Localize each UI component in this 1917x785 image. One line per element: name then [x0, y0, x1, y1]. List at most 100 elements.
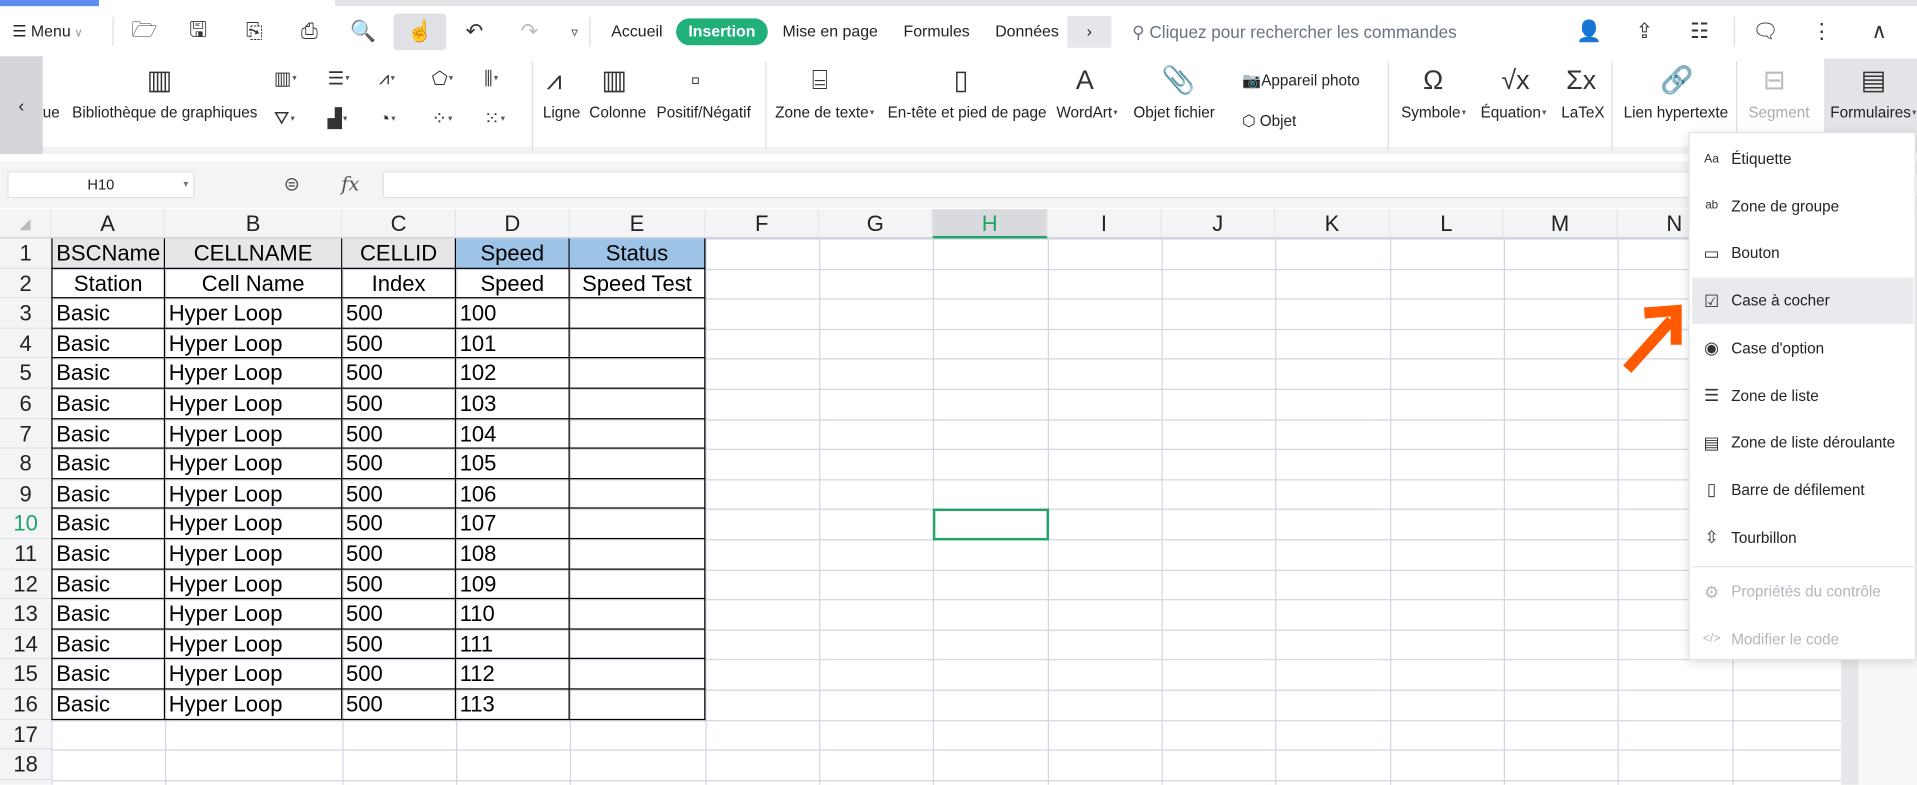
table-cell[interactable]: 500: [342, 298, 457, 329]
save-icon[interactable]: 🖫: [180, 15, 217, 49]
bar-chart-icon[interactable]: ☰▾: [328, 68, 350, 90]
header-cell[interactable]: BSCName: [51, 238, 166, 269]
row-header-5[interactable]: 5: [0, 358, 52, 389]
table-cell[interactable]: [569, 569, 706, 600]
table-cell[interactable]: [569, 599, 706, 630]
table-cell[interactable]: [569, 328, 706, 359]
menu-item-checkbox[interactable]: ☑ Case à cocher: [1692, 277, 1914, 325]
link-icon[interactable]: 🔗: [1660, 65, 1694, 95]
table-cell[interactable]: [569, 479, 706, 510]
ribbon-scroll-left[interactable]: ‹: [0, 56, 43, 155]
spreadsheet-grid[interactable]: ◢ A B C D E F G H I J K L M N 1 2 3 4 5 6 7 8 9 10 11 12 13 14 15 16 17…: [0, 209, 1842, 785]
row-header-15[interactable]: 15: [0, 659, 52, 690]
camera-button[interactable]: 📷Appareil photo: [1242, 71, 1360, 91]
file-object-button[interactable]: Objet fichier: [1133, 103, 1215, 123]
column-header-d[interactable]: D: [456, 209, 570, 239]
radar-chart-icon[interactable]: ⬠▾: [432, 68, 453, 90]
wordart-icon[interactable]: A: [1076, 65, 1094, 95]
more-options-icon[interactable]: ⋮: [1803, 15, 1840, 49]
fx-icon[interactable]: fx: [341, 172, 359, 195]
table-cell[interactable]: 107: [456, 509, 570, 540]
row-header-17[interactable]: 17: [0, 719, 52, 750]
print-icon[interactable]: ⎙: [291, 15, 328, 49]
table-cell[interactable]: [569, 539, 706, 570]
table-cell[interactable]: 500: [342, 388, 457, 419]
table-cell[interactable]: Basic: [51, 358, 166, 389]
table-cell[interactable]: 105: [456, 448, 570, 479]
column-header-i[interactable]: I: [1047, 209, 1162, 239]
table-cell[interactable]: Speed Test: [569, 268, 706, 299]
review-icon[interactable]: ☷: [1681, 15, 1718, 49]
command-search[interactable]: ⚲ Cliquez pour rechercher les commandes: [1132, 18, 1457, 45]
column-header-g[interactable]: G: [819, 209, 933, 239]
row-header-13[interactable]: 13: [0, 599, 52, 630]
table-cell[interactable]: Hyper Loop: [165, 298, 343, 329]
row-header-11[interactable]: 11: [0, 539, 52, 570]
zoom-formula-icon[interactable]: ⊜: [284, 172, 300, 196]
sparkline-column-icon[interactable]: ▥: [602, 65, 627, 95]
latex-button[interactable]: LaTeX: [1561, 103, 1604, 123]
table-cell[interactable]: 500: [342, 479, 457, 510]
row-header-8[interactable]: 8: [0, 448, 52, 479]
hand-tool-icon[interactable]: ☝: [393, 13, 447, 51]
tab-formules[interactable]: Formules: [901, 18, 972, 45]
table-cell[interactable]: Basic: [51, 599, 166, 630]
row-header-12[interactable]: 12: [0, 569, 52, 600]
menu-item-radio[interactable]: ◉ Case d'option: [1692, 325, 1913, 371]
column-header-h[interactable]: H: [932, 209, 1048, 239]
table-cell[interactable]: [569, 388, 706, 419]
menu-item-scrollbar[interactable]: ▯ Barre de défilement: [1692, 467, 1913, 513]
row-header-18[interactable]: 18: [0, 749, 52, 780]
export-pdf-icon[interactable]: ⎘: [236, 15, 273, 49]
column-header-l[interactable]: L: [1390, 209, 1504, 239]
table-cell[interactable]: 106: [456, 479, 570, 510]
table-cell[interactable]: 109: [456, 569, 570, 600]
row-header-4[interactable]: 4: [0, 328, 52, 359]
sparkline-line-icon[interactable]: ⩘: [547, 65, 562, 95]
table-cell[interactable]: 111: [456, 629, 570, 660]
more-tabs-button[interactable]: ›: [1067, 15, 1112, 48]
selected-cell-h10[interactable]: [932, 509, 1049, 541]
table-cell[interactable]: Hyper Loop: [165, 689, 343, 720]
column-header-f[interactable]: F: [705, 209, 820, 239]
slicer-button[interactable]: Segment: [1748, 103, 1809, 123]
row-header-7[interactable]: 7: [0, 418, 52, 449]
row-header-10[interactable]: 10: [0, 509, 52, 540]
tab-insertion[interactable]: Insertion: [676, 18, 768, 46]
table-cell[interactable]: [569, 509, 706, 540]
table-cell[interactable]: 500: [342, 569, 457, 600]
table-cell[interactable]: 500: [342, 448, 457, 479]
table-cell[interactable]: Hyper Loop: [165, 388, 343, 419]
sparkline-column-button[interactable]: Colonne: [589, 103, 646, 123]
line-chart-icon[interactable]: ⩘▾: [379, 68, 395, 90]
table-cell[interactable]: Basic: [51, 298, 166, 329]
row-header-19[interactable]: 19: [0, 779, 52, 785]
chart-library-icon[interactable]: ▥: [147, 65, 172, 95]
table-cell[interactable]: Hyper Loop: [165, 629, 343, 660]
table-cell[interactable]: 500: [342, 659, 457, 690]
scatter-chart-icon[interactable]: ⁘▾: [432, 109, 453, 131]
square-root-icon[interactable]: √x: [1501, 65, 1529, 95]
table-cell[interactable]: Basic: [51, 328, 166, 359]
table-cell[interactable]: [569, 629, 706, 660]
menu-item-label[interactable]: Aa Étiquette: [1692, 136, 1913, 182]
menu-item-list-box[interactable]: ☰ Zone de liste: [1692, 372, 1913, 418]
table-cell[interactable]: Hyper Loop: [165, 418, 343, 449]
row-header-14[interactable]: 14: [0, 629, 52, 660]
table-cell[interactable]: 500: [342, 539, 457, 570]
tab-mise-en-page[interactable]: Mise en page: [780, 18, 880, 45]
table-cell[interactable]: 100: [456, 298, 570, 329]
table-cell[interactable]: Hyper Loop: [165, 479, 343, 510]
sparkline-line-button[interactable]: Ligne: [543, 103, 580, 123]
header-cell[interactable]: CELLID: [342, 238, 457, 269]
row-header-2[interactable]: 2: [0, 268, 52, 299]
table-cell[interactable]: Basic: [51, 539, 166, 570]
column-header-c[interactable]: C: [342, 209, 457, 239]
text-box-icon[interactable]: ⌸: [812, 65, 828, 95]
table-cell[interactable]: Cell Name: [165, 268, 343, 299]
menu-button[interactable]: ☰ Menu ∨: [12, 18, 83, 47]
column-header-e[interactable]: E: [569, 209, 706, 239]
attachment-icon[interactable]: 📎: [1161, 65, 1195, 95]
table-cell[interactable]: 500: [342, 689, 457, 720]
name-box[interactable]: H10 ▾: [7, 171, 195, 199]
